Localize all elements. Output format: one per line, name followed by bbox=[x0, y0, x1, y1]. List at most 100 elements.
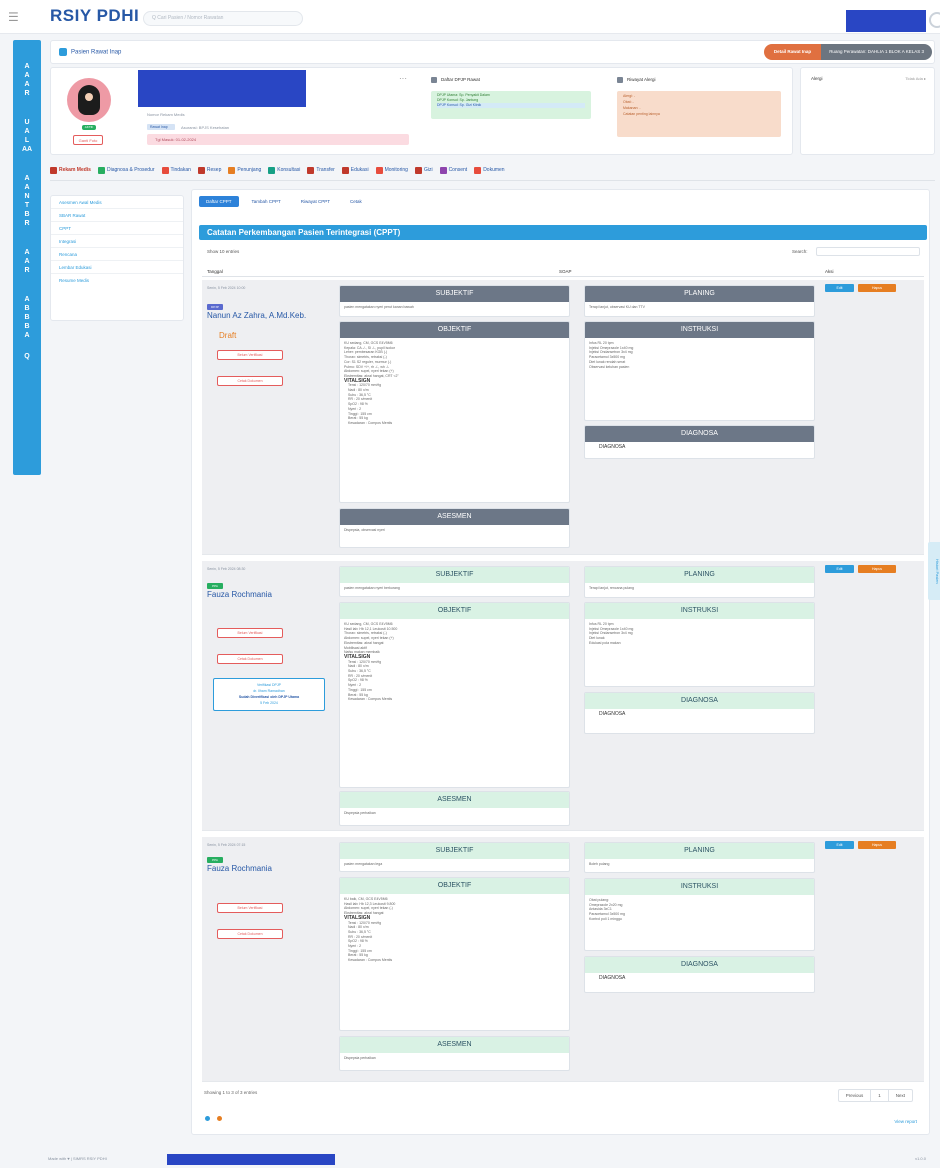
sidebar-char[interactable]: A bbox=[13, 295, 41, 304]
brand-logo[interactable]: RSIY PDHI bbox=[50, 6, 139, 26]
print-button[interactable]: Cetak Dokumen bbox=[217, 654, 283, 664]
tab-dokumen[interactable]: Dokumen bbox=[474, 162, 505, 178]
document-icon bbox=[474, 166, 482, 174]
global-search-input[interactable]: Q Cari Pasien / Nomor Rawatan bbox=[143, 11, 303, 26]
tab-tindakan[interactable]: Tindakan bbox=[161, 162, 191, 178]
menu-item[interactable]: Rencana bbox=[51, 248, 183, 261]
page-1-button[interactable]: 1 bbox=[871, 1090, 889, 1101]
allergy-link[interactable]: Tidak Ada ▸ bbox=[905, 76, 926, 81]
detail-rawat-inap-button[interactable]: Detail Rawat Inap bbox=[763, 44, 822, 60]
edit-button[interactable]: Edit bbox=[825, 284, 854, 292]
footer-text: Made with ♥ | SIMRS RSIY PDHI bbox=[48, 1156, 107, 1161]
col-tanggal[interactable]: Tanggal bbox=[207, 269, 223, 274]
delete-button[interactable]: Hapus bbox=[858, 284, 896, 292]
sidebar-char[interactable]: R bbox=[13, 219, 41, 228]
tab-monitoring[interactable]: Monitoring bbox=[375, 162, 408, 178]
menu-item[interactable]: Integrasi bbox=[51, 235, 183, 248]
tab-konsultasi[interactable]: Konsultasi bbox=[268, 162, 300, 178]
delete-button[interactable]: Hapus bbox=[858, 841, 896, 849]
edit-button[interactable]: Edit bbox=[825, 565, 854, 573]
sidebar-char[interactable]: A bbox=[13, 257, 41, 266]
tab-transfer[interactable]: Transfer bbox=[307, 162, 335, 178]
menu-item[interactable]: CPPT bbox=[51, 222, 183, 235]
asesmen-header: ASESMEN bbox=[340, 1037, 569, 1053]
sidebar-char[interactable]: U bbox=[13, 118, 41, 127]
sidebar-char[interactable]: A bbox=[13, 80, 41, 89]
sidebar-char[interactable]: A bbox=[13, 71, 41, 80]
sidebar-char[interactable]: A bbox=[13, 62, 41, 71]
prescription-icon bbox=[197, 166, 205, 174]
previous-button[interactable]: Previous bbox=[839, 1090, 872, 1101]
sidebar-char[interactable]: B bbox=[13, 313, 41, 322]
diagnosa-value: DIAGNOSA bbox=[599, 711, 626, 717]
verify-button[interactable]: Belum Verifikasi bbox=[217, 628, 283, 638]
table-search-input[interactable] bbox=[816, 247, 920, 256]
sidebar-char[interactable]: L bbox=[13, 136, 41, 145]
sidebar-char[interactable]: R bbox=[13, 266, 41, 275]
subtab-cetak[interactable]: Cetak bbox=[343, 196, 369, 207]
profile-icon[interactable] bbox=[929, 12, 940, 28]
user-redacted[interactable] bbox=[846, 10, 926, 32]
col-aksi[interactable]: Aksi bbox=[825, 269, 834, 274]
menu-item[interactable]: Lembar Edukasi bbox=[51, 261, 183, 274]
print-button[interactable]: Cetak Dokumen bbox=[217, 376, 283, 386]
sidebar-char[interactable]: R bbox=[13, 89, 41, 98]
sidebar-char[interactable]: AA bbox=[13, 145, 41, 154]
asesmen-text: Dispepsia perbaikan bbox=[344, 811, 376, 815]
subtab-tambah[interactable]: Tambah CPPT bbox=[245, 196, 288, 207]
verify-button[interactable]: Belum Verifikasi bbox=[217, 350, 283, 360]
sidebar-char[interactable]: B bbox=[13, 322, 41, 331]
sidebar-char[interactable]: Q bbox=[13, 352, 41, 361]
objektif-header: OBJEKTIF bbox=[340, 878, 569, 894]
objektif-body: KU sedang, CM, GCS E4V5M6 Kepala: CA -/-… bbox=[340, 338, 569, 429]
subjektif-body: pasien mengatakan nyeri berkurang bbox=[340, 583, 569, 594]
care-item: DPJP Konsul: Sp. Gizi Klinik bbox=[437, 103, 585, 108]
sidebar-char[interactable]: A bbox=[13, 127, 41, 136]
edit-button[interactable]: Edit bbox=[825, 841, 854, 849]
upload-photo-button[interactable]: Ganti Foto bbox=[73, 135, 103, 145]
tab-diagnosa[interactable]: Diagnosa & Prosedur bbox=[97, 162, 155, 178]
sidebar-char[interactable]: A bbox=[13, 174, 41, 183]
show-entries-select[interactable]: Show 10 entries bbox=[207, 249, 239, 254]
sidebar-char[interactable]: T bbox=[13, 201, 41, 210]
table-header: Tanggal SOAP Aksi bbox=[202, 267, 924, 277]
subtab-daftar[interactable]: Daftar CPPT bbox=[199, 196, 239, 207]
delete-button[interactable]: Hapus bbox=[858, 565, 896, 573]
tab-consent[interactable]: Consent bbox=[439, 162, 467, 178]
history-item: Catatan penting lainnya bbox=[623, 112, 660, 116]
view-report-link[interactable]: View report bbox=[894, 1119, 917, 1124]
tab-penunjang[interactable]: Penunjang bbox=[228, 162, 261, 178]
more-icon[interactable]: ··· bbox=[399, 74, 407, 83]
draft-status: Draft bbox=[219, 331, 237, 340]
next-button[interactable]: Next bbox=[889, 1090, 912, 1101]
col-soap[interactable]: SOAP bbox=[559, 269, 572, 274]
sidebar-char[interactable]: N bbox=[13, 192, 41, 201]
print-button[interactable]: Cetak Dokumen bbox=[217, 929, 283, 939]
sidebar-char[interactable]: B bbox=[13, 304, 41, 313]
menu-item[interactable]: Resume Medis bbox=[51, 274, 183, 287]
row-actions: Edit Hapus bbox=[825, 841, 896, 849]
record-menu: Asesmen Awal Medis SBAR Rawat CPPT Integ… bbox=[50, 195, 184, 321]
tab-rekam-medis[interactable]: Rekam Medis bbox=[50, 162, 91, 178]
menu-icon[interactable]: ☰ bbox=[8, 10, 19, 24]
breadcrumb[interactable]: Pasien Rawat Inap bbox=[59, 48, 121, 56]
patient-history-side-tab[interactable]: Histori Pasien bbox=[928, 542, 940, 600]
menu-item[interactable]: SBAR Rawat bbox=[51, 209, 183, 222]
tab-gizi[interactable]: Gizi bbox=[414, 162, 433, 178]
menu-item[interactable]: Asesmen Awal Medis bbox=[51, 196, 183, 209]
author-name[interactable]: Nanun Az Zahra, A.Md.Keb. bbox=[207, 311, 306, 320]
verify-button[interactable]: Belum Verifikasi bbox=[217, 903, 283, 913]
sidebar-spacer bbox=[13, 40, 41, 62]
tab-edukasi[interactable]: Edukasi bbox=[341, 162, 369, 178]
tab-resep[interactable]: Resep bbox=[197, 162, 221, 178]
tab-label: Konsultasi bbox=[277, 167, 301, 173]
sidebar-char[interactable]: A bbox=[13, 248, 41, 257]
sidebar-char[interactable]: A bbox=[13, 183, 41, 192]
app-version: v1.0.0 bbox=[915, 1156, 926, 1161]
sidebar-char[interactable]: A bbox=[13, 331, 41, 340]
sidebar-char[interactable]: B bbox=[13, 210, 41, 219]
author-name[interactable]: Fauza Rochmania bbox=[207, 590, 272, 599]
subtab-riwayat[interactable]: Riwayat CPPT bbox=[294, 196, 337, 207]
author-name[interactable]: Fauza Rochmania bbox=[207, 864, 272, 873]
instruksi-box: INSTRUKSI Infus RL 20 tpm Injeksi Omepra… bbox=[584, 602, 815, 687]
